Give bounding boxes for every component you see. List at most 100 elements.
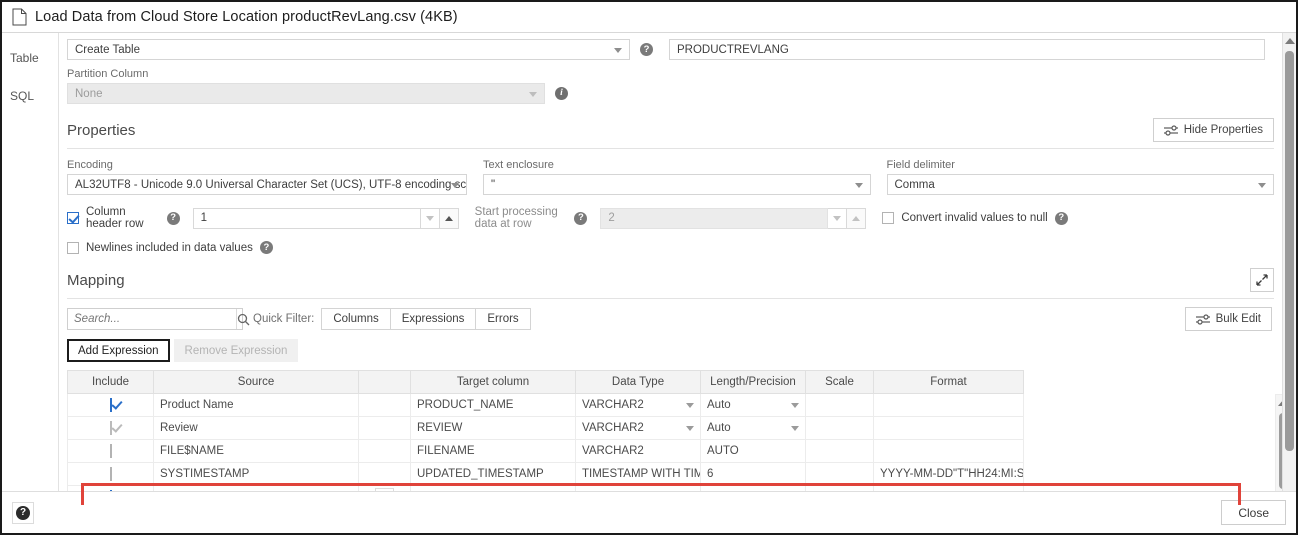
table-row[interactable]: FILE$NAME FILENAME VARCHAR2 AUTO	[68, 440, 1256, 463]
cell-format[interactable]	[874, 440, 1024, 463]
column-header-data-type[interactable]: Data Type	[576, 371, 701, 394]
stepper-up-button[interactable]	[440, 208, 459, 229]
text-enclosure-value: "	[491, 179, 495, 191]
cell-data-type[interactable]: TIMESTAMP WITH TIME ZO	[576, 463, 701, 486]
dialog-title: Load Data from Cloud Store Location prod…	[35, 9, 458, 25]
chevron-down-icon	[686, 426, 694, 431]
newlines-checkbox[interactable]	[67, 242, 79, 254]
info-icon-partition[interactable]: i	[555, 87, 568, 100]
cell-scale[interactable]	[806, 463, 874, 486]
cell-expression	[359, 417, 411, 440]
scroll-thumb[interactable]	[1285, 51, 1294, 451]
encoding-value: AL32UTF8 - Unicode 9.0 Universal Charact…	[75, 179, 467, 191]
quick-filter-columns[interactable]: Columns	[321, 308, 390, 330]
column-header-scale[interactable]: Scale	[806, 371, 874, 394]
convert-invalid-checkbox[interactable]	[882, 212, 894, 224]
table-row[interactable]: Review REVIEW VARCHAR2 Auto	[68, 417, 1256, 440]
quick-filter-label: Quick Filter:	[253, 313, 314, 325]
help-icon-convert-invalid[interactable]: ?	[1055, 212, 1068, 225]
cell-format[interactable]: YYYY-MM-DD"T"HH24:MI:SS.FFTZ	[874, 463, 1024, 486]
length-value: Auto	[707, 422, 731, 434]
sliders-icon	[1164, 125, 1178, 136]
search-input[interactable]	[68, 313, 236, 325]
cell-length[interactable]: Auto	[701, 394, 806, 417]
help-button[interactable]: ?	[12, 502, 34, 524]
encoding-label: Encoding	[67, 159, 467, 171]
bulk-edit-button[interactable]: Bulk Edit	[1185, 307, 1272, 331]
dialog-title-bar: Load Data from Cloud Store Location prod…	[2, 2, 1296, 33]
cell-scale[interactable]	[806, 417, 874, 440]
help-icon-load-option[interactable]: ?	[640, 43, 653, 56]
cell-include[interactable]	[68, 394, 154, 417]
cell-data-type[interactable]: VARCHAR2	[576, 394, 701, 417]
cell-target-column[interactable]: PRODUCT_NAME	[411, 394, 576, 417]
quick-filter-expressions[interactable]: Expressions	[390, 308, 477, 330]
cell-length[interactable]: 6	[701, 463, 806, 486]
field-delimiter-select[interactable]: Comma	[887, 174, 1275, 195]
table-row[interactable]: SYSTIMESTAMP UPDATED_TIMESTAMP TIMESTAMP…	[68, 463, 1256, 486]
include-checkbox[interactable]	[110, 398, 112, 412]
help-icon-column-header-row[interactable]: ?	[167, 212, 180, 225]
cell-scale[interactable]	[806, 440, 874, 463]
cell-format[interactable]	[874, 417, 1024, 440]
mapping-table-area: Include Source Target column Data Type L…	[67, 370, 1274, 505]
sidebar-item-sql[interactable]: SQL	[2, 83, 58, 109]
text-enclosure-select[interactable]: "	[483, 174, 871, 195]
load-option-select[interactable]: Create Table	[67, 39, 630, 60]
column-header-length-precision[interactable]: Length/Precision	[701, 371, 806, 394]
table-definition-row: Create Table ? PRODUCTREVLANG	[59, 33, 1282, 60]
cell-format[interactable]	[874, 394, 1024, 417]
stepper-up-button[interactable]	[847, 208, 866, 229]
stepper-down-button[interactable]	[421, 208, 440, 229]
cell-length[interactable]: AUTO	[701, 440, 806, 463]
start-processing-input[interactable]: 2	[600, 208, 828, 229]
partition-column-select[interactable]: None	[67, 83, 545, 104]
cell-include[interactable]	[68, 417, 154, 440]
hide-properties-label: Hide Properties	[1184, 124, 1263, 136]
chevron-down-icon	[791, 403, 799, 408]
help-icon-newlines[interactable]: ?	[260, 241, 273, 254]
column-header-row-stepper: 1	[193, 208, 459, 229]
stepper-down-button[interactable]	[828, 208, 847, 229]
cell-scale[interactable]	[806, 394, 874, 417]
close-button[interactable]: Close	[1221, 500, 1286, 525]
sidebar-item-table[interactable]: Table	[2, 45, 58, 71]
search-icon	[237, 313, 250, 326]
expand-mapping-button[interactable]	[1250, 268, 1274, 292]
table-row[interactable]: Product Name PRODUCT_NAME VARCHAR2 Auto	[68, 394, 1256, 417]
dialog-scrollbar[interactable]	[1282, 33, 1296, 505]
cell-target-column[interactable]: UPDATED_TIMESTAMP	[411, 463, 576, 486]
column-header-expression	[359, 371, 411, 394]
quick-filter-group: Columns Expressions Errors	[322, 308, 530, 330]
convert-invalid-block: Convert invalid values to null ?	[882, 206, 1274, 230]
quick-filter-errors[interactable]: Errors	[475, 308, 530, 330]
cell-data-type[interactable]: VARCHAR2	[576, 417, 701, 440]
cell-target-column[interactable]: FILENAME	[411, 440, 576, 463]
column-header-target-column[interactable]: Target column	[411, 371, 576, 394]
column-header-include[interactable]: Include	[68, 371, 154, 394]
column-header-format[interactable]: Format	[874, 371, 1024, 394]
hide-properties-button[interactable]: Hide Properties	[1153, 118, 1274, 142]
column-header-row-checkbox[interactable]	[67, 212, 79, 224]
search-button[interactable]	[236, 309, 250, 329]
table-name-field[interactable]: PRODUCTREVLANG	[669, 39, 1265, 60]
scroll-up-button[interactable]	[1283, 34, 1296, 48]
cell-data-type[interactable]: VARCHAR2	[576, 440, 701, 463]
sliders-icon	[1196, 314, 1210, 325]
start-processing-label-group: Start processing data at row ?	[475, 206, 588, 230]
column-header-row-input[interactable]: 1	[193, 208, 421, 229]
include-checkbox[interactable]	[110, 467, 112, 481]
cell-length[interactable]: Auto	[701, 417, 806, 440]
encoding-select[interactable]: AL32UTF8 - Unicode 9.0 Universal Charact…	[67, 174, 467, 195]
chevron-down-icon	[686, 403, 694, 408]
cell-include[interactable]	[68, 440, 154, 463]
cell-target-column[interactable]: REVIEW	[411, 417, 576, 440]
cell-expression	[359, 440, 411, 463]
include-checkbox[interactable]	[110, 444, 112, 458]
add-expression-button[interactable]: Add Expression	[67, 339, 170, 362]
mapping-table-scrollbar[interactable]	[1275, 394, 1282, 505]
column-header-source[interactable]: Source	[154, 371, 359, 394]
start-processing-label: Start processing data at row	[475, 206, 568, 230]
help-icon-start-processing[interactable]: ?	[574, 212, 587, 225]
cell-include[interactable]	[68, 463, 154, 486]
